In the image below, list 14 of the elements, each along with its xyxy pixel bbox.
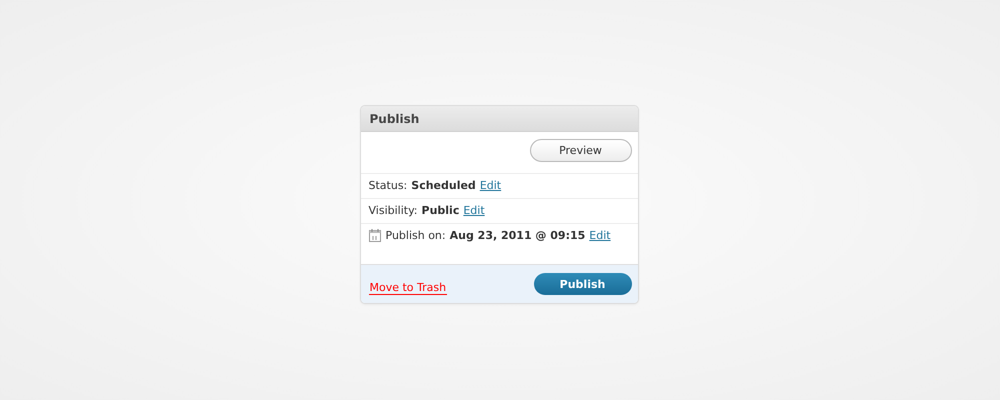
visibility-label: Visibility: xyxy=(368,204,418,217)
edit-link[interactable]: Edit xyxy=(480,179,502,192)
visibility-value: Public xyxy=(422,204,460,217)
publish-date-label: Publish on: xyxy=(386,229,446,242)
calendar-icon xyxy=(368,229,380,242)
panel-title: Publish xyxy=(370,112,420,126)
publish-date-value: Aug 23, 2011 @ 09:15 xyxy=(450,229,586,242)
status-value: Scheduled xyxy=(411,179,476,192)
edit-link[interactable]: Edit xyxy=(589,229,611,242)
move-to-trash-link[interactable]: Move to Trash xyxy=(368,281,448,295)
preview-button[interactable]: Preview xyxy=(530,139,632,162)
edit-link[interactable]: Edit xyxy=(463,204,485,217)
publish-button[interactable]: Publish xyxy=(534,273,632,295)
status-label: Status: xyxy=(368,179,408,192)
